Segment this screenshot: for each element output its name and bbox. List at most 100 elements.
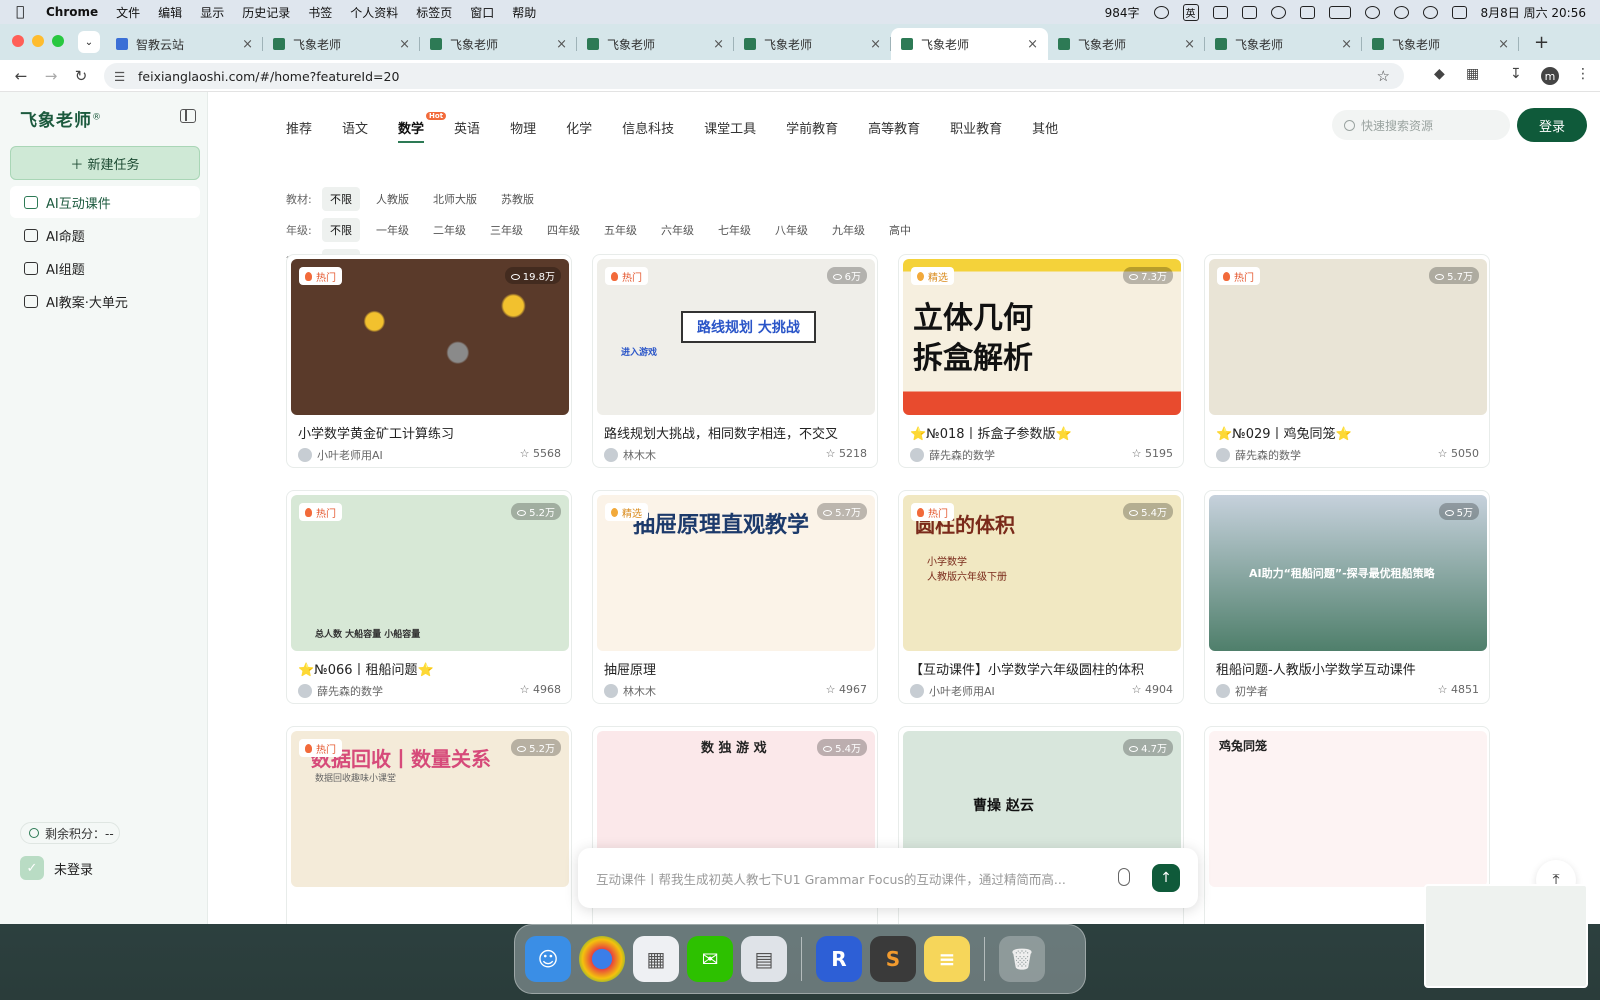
sublime-icon[interactable]: S	[870, 936, 916, 982]
card-author[interactable]: 薛先森的数学	[910, 447, 995, 463]
microphone-icon[interactable]	[1118, 868, 1130, 886]
card-author[interactable]: 薛先森的数学	[298, 683, 383, 699]
puzzle-icon[interactable]: ▦	[1466, 66, 1479, 82]
send-button[interactable]: ↑	[1152, 864, 1180, 892]
more-menu-icon[interactable]: ⋮	[1576, 66, 1590, 82]
wifi-icon[interactable]	[1364, 5, 1380, 19]
subject-tab[interactable]: 语文	[342, 118, 368, 137]
new-tab-button[interactable]: +	[1534, 32, 1549, 53]
browser-tab[interactable]: 飞象老师 ×	[1048, 28, 1205, 60]
filter-option[interactable]: 人教版	[368, 187, 417, 211]
menu-tabs[interactable]: 标签页	[416, 4, 452, 21]
courseware-card[interactable]: 数据回收丨数量关系 数据回收趣味小课堂 热门 5.2万	[286, 726, 572, 924]
battery-icon[interactable]	[1328, 5, 1351, 19]
r-app-icon[interactable]: R	[816, 936, 862, 982]
card-thumbnail[interactable]: 数据回收丨数量关系 数据回收趣味小课堂 热门 5.2万	[291, 731, 569, 887]
card-author[interactable]: 小叶老师用AI	[298, 447, 383, 463]
browser-tab[interactable]: 飞象老师 ×	[263, 28, 420, 60]
favorite-count[interactable]: ☆ 4904	[1132, 683, 1173, 696]
wechat-icon[interactable]	[1270, 5, 1286, 19]
shield-icon[interactable]	[1212, 5, 1228, 19]
filter-option[interactable]: 三年级	[482, 218, 531, 242]
user-login-status[interactable]: ✓ 未登录	[20, 856, 93, 880]
close-tab-icon[interactable]: ×	[1341, 37, 1352, 52]
courseware-card[interactable]: 立体几何 拆盒解析 精选 7.3万 ⭐№018丨拆盒子参数版⭐ 薛先森的数学 ☆ 5195	[898, 254, 1184, 468]
courseware-card[interactable]: 热门 19.8万 小学数学黄金矿工计算练习 小叶老师用AI ☆ 5568	[286, 254, 572, 468]
emoji-icon[interactable]	[1153, 5, 1169, 19]
card-title[interactable]: 路线规划大挑战，相同数字相连，不交叉	[604, 423, 868, 442]
filter-option[interactable]: 九年级	[824, 218, 873, 242]
tab-search-button[interactable]: ⌄	[78, 31, 100, 53]
favorite-count[interactable]: ☆ 5218	[826, 447, 867, 460]
card-thumbnail[interactable]: 路线规划 大挑战 进入游戏 热门 6万	[597, 259, 875, 415]
browser-tab[interactable]: 飞象老师 ×	[891, 28, 1048, 60]
filter-option[interactable]: 七年级	[710, 218, 759, 242]
subject-tab[interactable]: 高等教育	[868, 118, 920, 137]
screenshot-thumbnail[interactable]	[1424, 884, 1588, 988]
filter-option[interactable]: 五年级	[596, 218, 645, 242]
back-button[interactable]: ←	[12, 67, 30, 85]
notes-icon[interactable]: ≡	[924, 936, 970, 982]
favorite-count[interactable]: ☆ 4968	[520, 683, 561, 696]
filter-option[interactable]: 八年级	[767, 218, 816, 242]
clock[interactable]: 8月8日 周六 20:56	[1481, 4, 1586, 21]
card-thumbnail[interactable]: 鸡兔同笼	[1209, 731, 1487, 887]
ai-prompt-input[interactable]: 互动课件丨帮我生成初英人教七下U1 Grammar Focus的互动课件，通过精…	[578, 848, 1198, 908]
close-window-button[interactable]	[12, 35, 24, 47]
menu-profiles[interactable]: 个人资料	[350, 4, 398, 21]
sync-icon[interactable]	[1299, 5, 1315, 19]
close-tab-icon[interactable]: ×	[556, 37, 567, 52]
filter-option[interactable]: 一年级	[368, 218, 417, 242]
subject-tab[interactable]: 课堂工具	[704, 118, 756, 137]
sidebar-collapse-icon[interactable]	[180, 109, 196, 123]
launchpad-icon[interactable]: ▦	[633, 936, 679, 982]
filter-option[interactable]: 高中	[881, 218, 919, 242]
courseware-card[interactable]: 圆柱的体积 小学数学 人教版六年级下册 热门 5.4万 【互动课件】小学数学六年级圆柱的…	[898, 490, 1184, 704]
card-author[interactable]: 小叶老师用AI	[910, 683, 995, 699]
minimize-window-button[interactable]	[32, 35, 44, 47]
card-thumbnail[interactable]: 热门 19.8万	[291, 259, 569, 415]
address-bar[interactable]: ☰ feixianglaoshi.com/#/home?featureId=20…	[104, 63, 1404, 89]
apple-icon[interactable]: 	[16, 4, 32, 20]
filter-option[interactable]: 二年级	[425, 218, 474, 242]
courseware-card[interactable]: 路线规划 大挑战 进入游戏 热门 6万路线规划大挑战，相同数字相连，不交叉 林木木 ☆ 5…	[592, 254, 878, 468]
bookmark-star-icon[interactable]: ☆	[1377, 67, 1390, 85]
card-thumbnail[interactable]: AI助力“租船问题”-探寻最优租船策略 5万	[1209, 495, 1487, 651]
favorite-count[interactable]: ☆ 5568	[520, 447, 561, 460]
favorite-count[interactable]: ☆ 5195	[1132, 447, 1173, 460]
subject-tab[interactable]: 学前教育	[786, 118, 838, 137]
resource-search-input[interactable]: 快速搜索资源	[1332, 110, 1510, 140]
card-title[interactable]: ⭐№018丨拆盒子参数版⭐	[910, 423, 1174, 442]
card-thumbnail[interactable]: 抽屉原理直观教学 精选 5.7万	[597, 495, 875, 651]
browser-tab[interactable]: 智教云站 ×	[106, 28, 263, 60]
subject-tab[interactable]: 职业教育	[950, 118, 1002, 137]
courseware-card[interactable]: 抽屉原理直观教学 精选 5.7万 抽屉原理 林木木 ☆ 4967	[592, 490, 878, 704]
subject-tab[interactable]: 化学	[566, 118, 592, 137]
ime-indicator[interactable]: 英	[1182, 3, 1199, 21]
filter-option[interactable]: 北师大版	[425, 187, 485, 211]
filter-option[interactable]: 苏教版	[493, 187, 542, 211]
filter-option[interactable]: 不限	[322, 218, 360, 242]
chrome-icon[interactable]	[579, 936, 625, 982]
fork-icon[interactable]	[1241, 5, 1257, 19]
close-tab-icon[interactable]: ×	[1498, 37, 1509, 52]
close-tab-icon[interactable]: ×	[399, 37, 410, 52]
finder-icon[interactable]: ☺	[525, 936, 571, 982]
close-tab-icon[interactable]: ×	[242, 37, 253, 52]
subject-tab[interactable]: 物理	[510, 118, 536, 137]
card-thumbnail[interactable]: 热门 5.7万	[1209, 259, 1487, 415]
menu-view[interactable]: 显示	[200, 4, 224, 21]
browser-tab[interactable]: 飞象老师 ×	[1362, 28, 1519, 60]
favorite-count[interactable]: ☆ 4851	[1438, 683, 1479, 696]
sidebar-item-ai-courseware[interactable]: AI互动课件	[10, 186, 200, 218]
close-tab-icon[interactable]: ×	[1027, 37, 1038, 52]
card-thumbnail[interactable]: 立体几何 拆盒解析 精选 7.3万	[903, 259, 1181, 415]
menu-file[interactable]: 文件	[116, 4, 140, 21]
menu-window[interactable]: 窗口	[470, 4, 494, 21]
courseware-card[interactable]: AI助力“租船问题”-探寻最优租船策略 5万 租船问题-人教版小学数学互动课件 初学者…	[1204, 490, 1490, 704]
close-tab-icon[interactable]: ×	[713, 37, 724, 52]
search-icon[interactable]	[1393, 5, 1409, 19]
close-tab-icon[interactable]: ×	[1184, 37, 1195, 52]
card-author[interactable]: 林木木	[604, 447, 656, 463]
menu-edit[interactable]: 编辑	[158, 4, 182, 21]
